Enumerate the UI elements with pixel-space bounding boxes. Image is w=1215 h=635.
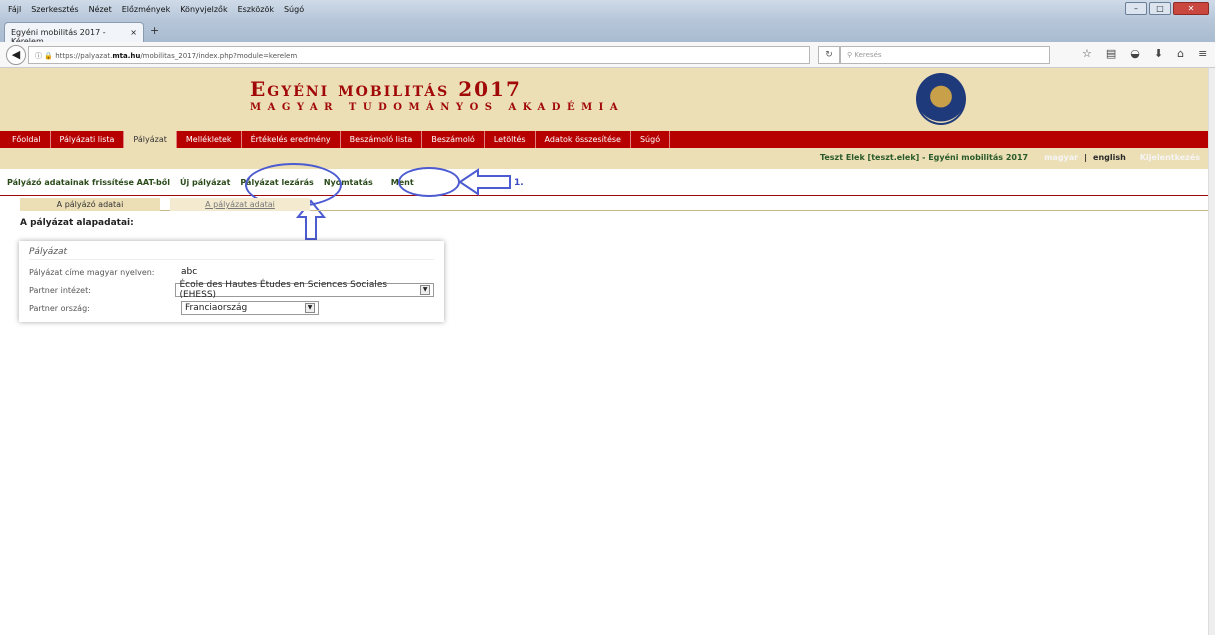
tab-applicant-data[interactable]: A pályázó adatai (20, 198, 160, 211)
refresh-applicant-button[interactable]: Pályázó adatainak frissítése AAT-ből (7, 178, 170, 187)
menu-help[interactable]: Súgó (284, 5, 304, 14)
site-banner: Egyéni mobilitás 2017 Magyar Tudományos … (0, 68, 1208, 131)
menu-edit[interactable]: Szerkesztés (31, 5, 78, 14)
lang-separator: | (1084, 153, 1088, 162)
search-input[interactable]: ⚲ Keresés (840, 46, 1050, 64)
home-icon[interactable]: ⌂ (1177, 47, 1184, 60)
url-bar[interactable]: ⓘ 🔒 https://palyazat.mta.hu/mobilitas_20… (28, 46, 810, 64)
lang-english-link[interactable]: english (1093, 153, 1126, 162)
menu-history[interactable]: Előzmények (122, 5, 170, 14)
minimize-icon[interactable]: – (1125, 2, 1147, 15)
back-arrow-icon[interactable]: ◀ (6, 45, 26, 65)
title-value: abc (181, 267, 198, 277)
site-title: Egyéni mobilitás 2017 (250, 77, 522, 101)
nav-item-report-list[interactable]: Beszámoló lista (341, 131, 423, 148)
main-nav: Főoldal Pályázati lista Pályázat Mellékl… (0, 131, 1208, 148)
menu-view[interactable]: Nézet (89, 5, 112, 14)
title-row: Pályázat címe magyar nyelven: abc (29, 264, 434, 280)
browser-navbar: ◀ ⓘ 🔒 https://palyazat.mta.hu/mobilitas_… (0, 42, 1215, 68)
nav-item-summary[interactable]: Adatok összesítése (536, 131, 631, 148)
new-application-button[interactable]: Új pályázat (180, 178, 230, 187)
bookmark-star-icon[interactable]: ☆ (1082, 47, 1092, 60)
partner-institution-label: Partner intézet: (29, 285, 91, 295)
nav-item-attachments[interactable]: Mellékletek (177, 131, 242, 148)
annotation-number-1: 1. (514, 178, 524, 188)
tab-strip: Egyéni mobilitás 2017 - Kérelem × + (0, 18, 1215, 46)
partner-institution-row: Partner intézet: École des Hautes Études… (29, 280, 434, 300)
tab-close-icon[interactable]: × (130, 28, 137, 37)
tab-title: Egyéni mobilitás 2017 - Kérelem (11, 28, 106, 46)
annotation-ellipse-save (398, 167, 460, 197)
partner-country-row: Partner ország: Franciaország ▼ (29, 300, 434, 316)
browser-menubar: Fájl Szerkesztés Nézet Előzmények Könyvj… (0, 0, 1215, 18)
menu-bookmarks[interactable]: Könyvjelzők (180, 5, 227, 14)
pocket-icon[interactable]: ◒ (1130, 47, 1140, 60)
nav-item-application-list[interactable]: Pályázati lista (51, 131, 125, 148)
partner-country-select[interactable]: Franciaország ▼ (181, 301, 319, 315)
section-title: A pályázat alapadatai: (20, 218, 134, 228)
search-placeholder: Keresés (854, 51, 882, 59)
partner-institution-value: École des Hautes Études en Sciences Soci… (179, 280, 388, 300)
nav-item-report[interactable]: Beszámoló (422, 131, 485, 148)
hamburger-menu-icon[interactable]: ≡ (1198, 47, 1207, 60)
annotation-arrow-left-icon (458, 168, 511, 196)
academy-seal-logo (916, 73, 966, 125)
partner-country-value: Franciaország (185, 303, 248, 313)
browser-tab[interactable]: Egyéni mobilitás 2017 - Kérelem × (4, 22, 144, 46)
tab-application-data[interactable]: A pályázat adatai (170, 198, 310, 211)
close-window-icon[interactable]: ✕ (1173, 2, 1209, 15)
partner-country-label: Partner ország: (29, 303, 90, 313)
chevron-down-icon[interactable]: ▼ (305, 303, 315, 313)
new-tab-icon[interactable]: + (150, 24, 159, 37)
chevron-down-icon[interactable]: ▼ (420, 285, 430, 295)
url-prefix: https://palyazat. (55, 52, 113, 60)
menu-tools[interactable]: Eszközök (238, 5, 274, 14)
browser-toolbar-icons: ☆ ▤ ◒ ⬇ ⌂ ≡ (1082, 47, 1207, 60)
lock-icon: 🔒 (44, 52, 53, 60)
url-host: mta.hu (112, 52, 141, 60)
nav-item-application[interactable]: Pályázat (124, 131, 177, 148)
url-path: /mobilitas_2017/index.php?module=kerelem (140, 52, 298, 60)
user-bar: Teszt Elek [teszt.elek] - Egyéni mobilit… (0, 148, 1208, 169)
lang-hungarian-link[interactable]: magyar (1044, 153, 1078, 162)
menu-file[interactable]: Fájl (8, 5, 21, 14)
info-icon[interactable]: ⓘ (35, 52, 42, 60)
search-icon: ⚲ (847, 51, 853, 59)
window-controls: – □ ✕ (1125, 2, 1209, 15)
logout-link[interactable]: Kijelentkezés (1140, 153, 1200, 162)
nav-item-help[interactable]: Súgó (631, 131, 671, 148)
nav-item-download[interactable]: Letöltés (485, 131, 536, 148)
application-panel: Pályázat Pályázat címe magyar nyelven: a… (19, 241, 444, 322)
panel-title: Pályázat (29, 247, 434, 260)
maximize-icon[interactable]: □ (1149, 2, 1171, 15)
download-icon[interactable]: ⬇ (1154, 47, 1163, 60)
title-label: Pályázat címe magyar nyelven: (29, 267, 155, 277)
nav-item-home[interactable]: Főoldal (3, 131, 51, 148)
page-scrollbar[interactable] (1208, 68, 1215, 635)
nav-item-evaluation[interactable]: Értékelés eredmény (242, 131, 341, 148)
reload-icon[interactable]: ↻ (818, 46, 840, 64)
user-info: Teszt Elek [teszt.elek] - Egyéni mobilit… (819, 153, 1029, 162)
reading-list-icon[interactable]: ▤ (1106, 47, 1116, 60)
action-toolbar: Pályázó adatainak frissítése AAT-ből Új … (0, 169, 1208, 196)
sub-tabs: A pályázó adatai A pályázat adatai (20, 198, 1208, 211)
partner-institution-select[interactable]: École des Hautes Études en Sciences Soci… (175, 280, 434, 300)
site-subtitle: Magyar Tudományos Akadémia (250, 102, 625, 113)
